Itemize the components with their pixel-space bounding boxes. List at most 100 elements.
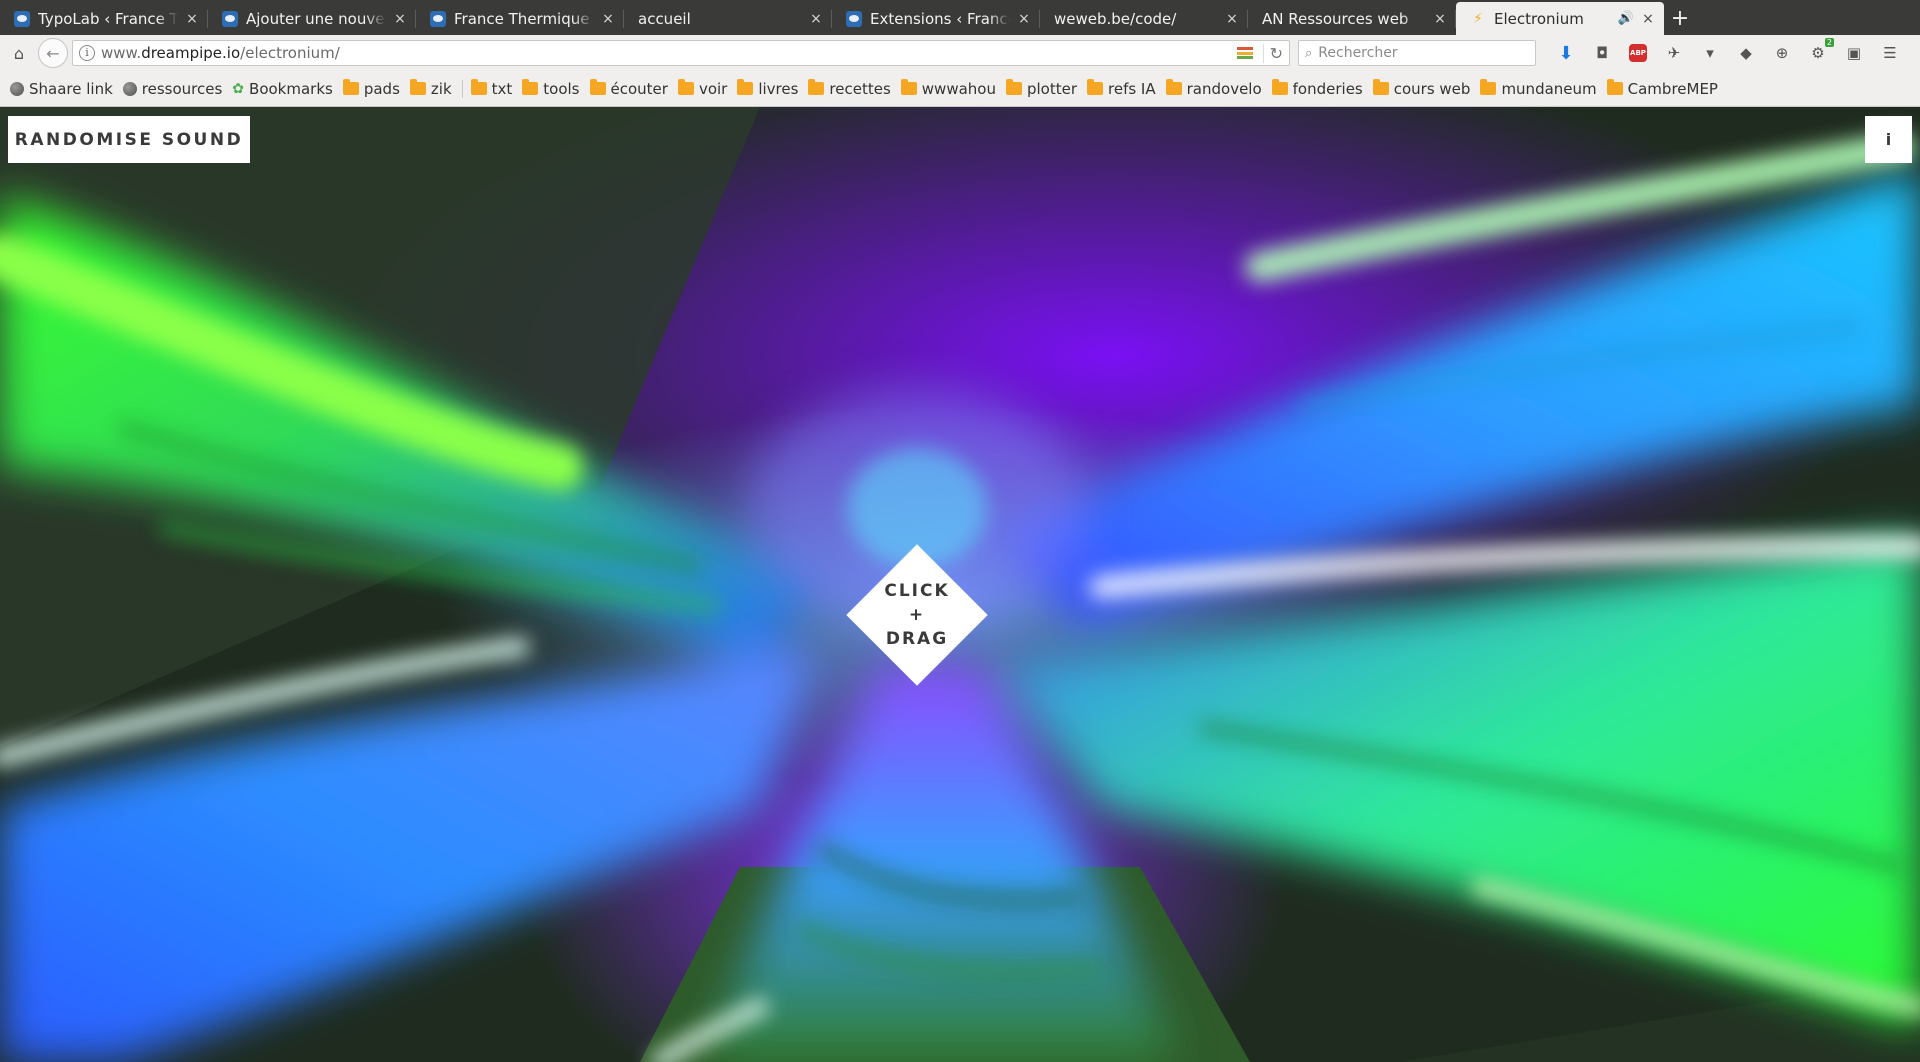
- close-icon[interactable]: ×: [808, 11, 824, 27]
- menu-icon[interactable]: ☰: [1872, 40, 1908, 66]
- globe-icon: [122, 81, 137, 96]
- folder-icon: [1606, 79, 1623, 95]
- bookmark-label: écouter: [610, 79, 668, 98]
- folder-icon: [1005, 79, 1022, 95]
- bookmark-cambremep[interactable]: CambreMEP: [1606, 79, 1718, 98]
- reader-view-icon[interactable]: [1236, 47, 1253, 59]
- bolt-icon: ⚡: [1473, 10, 1483, 27]
- bookmark-label: CambreMEP: [1627, 79, 1718, 98]
- visualizer-canvas[interactable]: RANDOMISE SOUND i CLICK + DRAG: [0, 107, 1920, 1062]
- bookmark-label: plotter: [1026, 79, 1077, 98]
- bookmark-ressources[interactable]: ressources: [122, 80, 222, 98]
- bookmark-separator: [461, 79, 463, 98]
- tab-title: TypoLab ‹ France Therm: [38, 9, 178, 28]
- close-icon[interactable]: ×: [1640, 11, 1656, 27]
- tab-title: weweb.be/code/: [1054, 9, 1177, 28]
- extension-icon[interactable]: ✈: [1656, 40, 1692, 66]
- dropdown-arrow-icon[interactable]: ▾: [1692, 40, 1728, 66]
- bookmark-shaare-link[interactable]: Shaare link: [10, 80, 113, 98]
- close-icon[interactable]: ×: [600, 11, 616, 27]
- tab-extensions[interactable]: Extensions ‹ France Th ×: [832, 2, 1040, 35]
- bookmark-refs-ia[interactable]: refs IA: [1087, 79, 1156, 98]
- bookmark-ecouter[interactable]: écouter: [589, 79, 668, 98]
- folder-icon: [808, 79, 825, 95]
- folder-icon: [737, 79, 754, 95]
- url-host: dreampipe.io: [141, 44, 241, 62]
- home-icon[interactable]: ⌂: [6, 40, 32, 66]
- close-icon[interactable]: ×: [392, 11, 408, 27]
- site-info-icon[interactable]: i: [79, 45, 95, 61]
- bookmark-label: refs IA: [1108, 79, 1156, 98]
- search-placeholder: Rechercher: [1318, 45, 1398, 61]
- tab-typolab[interactable]: TypoLab ‹ France Therm ×: [0, 2, 208, 35]
- sidebar-icon[interactable]: ▣: [1836, 40, 1872, 66]
- folder-icon: [409, 79, 426, 95]
- bookmark-tool-icon[interactable]: ◆: [1728, 40, 1764, 66]
- close-icon[interactable]: ×: [1224, 11, 1240, 27]
- folder-icon: [1271, 79, 1288, 95]
- bookmark-voir[interactable]: voir: [677, 79, 727, 98]
- close-icon[interactable]: ×: [1432, 11, 1448, 27]
- bookmark-label: pads: [363, 79, 400, 98]
- bookmark-bookmarks[interactable]: ✿ Bookmarks: [232, 80, 333, 98]
- tab-title: Ajouter une nouvelle c: [246, 9, 386, 28]
- globe-icon: [10, 81, 24, 96]
- bookmark-label: recettes: [829, 79, 891, 98]
- adblock-icon[interactable]: ABP: [1620, 40, 1656, 66]
- folder-icon: [522, 79, 539, 95]
- bookmark-label: wwwahou: [921, 79, 996, 98]
- navigation-bar: ⌂ ← i www. dreampipe.io/electronium/ ↻ ⌕ …: [0, 35, 1920, 71]
- bookmark-label: cours web: [1393, 79, 1471, 98]
- tab-france-thermique[interactable]: France Thermique – Un ×: [416, 2, 624, 35]
- close-icon[interactable]: ×: [184, 11, 200, 27]
- folder-icon: [470, 79, 487, 95]
- folder-icon: [1087, 79, 1103, 95]
- bookmark-mundaneum[interactable]: mundaneum: [1480, 79, 1597, 98]
- url-bar[interactable]: i www. dreampipe.io/electronium/ ↻: [72, 40, 1290, 66]
- url-prefix: www.: [101, 44, 142, 62]
- wordpress-icon: [846, 10, 862, 27]
- new-tab-button[interactable]: +: [1664, 2, 1696, 35]
- randomise-sound-button[interactable]: RANDOMISE SOUND: [8, 116, 250, 163]
- bookmark-zik[interactable]: zik: [409, 79, 452, 98]
- search-input[interactable]: ⌕ Rechercher: [1298, 40, 1536, 66]
- bookmark-label: txt: [491, 79, 513, 98]
- bookmark-livres[interactable]: livres: [737, 79, 798, 98]
- devtools-extension-icon[interactable]: ⚙ 2: [1800, 38, 1836, 66]
- bookmark-fonderies[interactable]: fonderies: [1271, 79, 1363, 98]
- bookmark-recettes[interactable]: recettes: [808, 79, 891, 98]
- bookmark-label: Shaare link: [29, 79, 113, 98]
- tab-title: accueil: [638, 9, 691, 28]
- network-icon[interactable]: ⊕: [1764, 40, 1800, 66]
- tab-strip: TypoLab ‹ France Therm × Ajouter une nou…: [0, 0, 1920, 35]
- bookmark-tools[interactable]: tools: [522, 79, 580, 98]
- wordpress-icon: [14, 10, 30, 27]
- speaker-icon[interactable]: 🔊: [1618, 11, 1634, 26]
- info-button[interactable]: i: [1865, 116, 1912, 163]
- bookmark-plotter[interactable]: plotter: [1005, 79, 1077, 98]
- tab-weweb[interactable]: weweb.be/code/ ×: [1040, 2, 1248, 35]
- folder-icon: [900, 79, 917, 95]
- tab-ajouter[interactable]: Ajouter une nouvelle c ×: [208, 2, 416, 35]
- folder-icon: [342, 79, 359, 95]
- bookmark-cours-web[interactable]: cours web: [1372, 79, 1471, 98]
- tab-title: Extensions ‹ France Th: [870, 9, 1010, 28]
- back-button[interactable]: ←: [38, 38, 68, 68]
- bookmark-pads[interactable]: pads: [342, 79, 400, 98]
- tab-ressources-web[interactable]: AN Ressources web ×: [1248, 2, 1456, 35]
- bookmark-wwwahou[interactable]: wwwahou: [900, 79, 996, 98]
- tab-accueil[interactable]: accueil ×: [624, 2, 832, 35]
- pocket-icon[interactable]: ◘: [1584, 40, 1620, 66]
- tab-electronium[interactable]: ⚡ Electronium 🔊 ×: [1456, 2, 1664, 35]
- download-icon[interactable]: ⬇: [1548, 40, 1584, 66]
- search-icon: ⌕: [1305, 45, 1313, 61]
- url-path: /electronium/: [240, 44, 340, 62]
- close-icon[interactable]: ×: [1016, 11, 1032, 27]
- bookmark-label: tools: [543, 79, 580, 98]
- bookmark-txt[interactable]: txt: [470, 79, 513, 98]
- reload-icon[interactable]: ↻: [1262, 43, 1283, 63]
- bookmark-label: fonderies: [1292, 79, 1363, 98]
- bookmark-randovelo[interactable]: randovelo: [1165, 79, 1262, 98]
- bookmark-label: Bookmarks: [249, 79, 333, 98]
- bookmark-label: mundaneum: [1501, 79, 1597, 98]
